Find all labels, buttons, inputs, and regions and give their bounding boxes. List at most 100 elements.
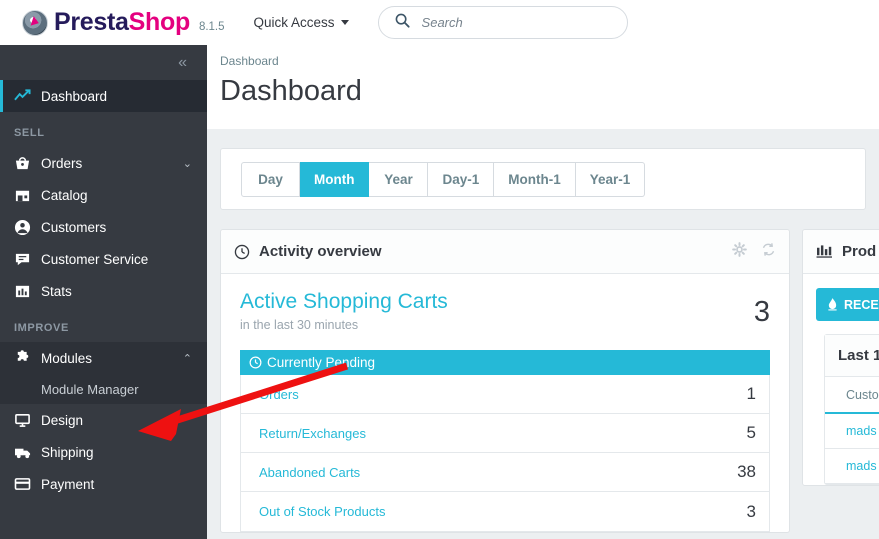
pending-row-label[interactable]: Abandoned Carts — [259, 465, 360, 480]
flame-icon — [827, 298, 838, 311]
sidebar-section-sell: SELL — [0, 112, 207, 147]
sidebar-item-label: Orders — [41, 156, 82, 171]
sidebar-item-shipping[interactable]: Shipping — [0, 436, 207, 468]
pending-row-label[interactable]: Return/Exchanges — [259, 426, 366, 441]
active-shopping-carts-subtitle: in the last 30 minutes — [240, 318, 770, 332]
sidebar-item-modules[interactable]: Modules ⌃ — [0, 342, 207, 374]
products-panel: Prod RECE Last 1 Custo mads — [802, 229, 879, 486]
active-shopping-carts-title[interactable]: Active Shopping Carts — [240, 290, 770, 314]
prestashop-logo[interactable]: PrestaShop 8.1.5 — [22, 8, 225, 37]
active-shopping-carts-count: 3 — [754, 296, 770, 329]
truck-icon — [14, 444, 38, 460]
chevron-down-icon: ⌄ — [183, 157, 192, 170]
search-input[interactable] — [420, 14, 600, 31]
trend-line-icon — [14, 89, 38, 103]
sidebar-item-stats[interactable]: Stats — [0, 275, 207, 307]
prestashop-mark-icon — [22, 10, 48, 36]
activity-panel-header: Activity overview — [221, 230, 789, 274]
gear-icon[interactable] — [732, 242, 747, 262]
currently-pending-header: Currently Pending — [240, 350, 770, 375]
search-icon — [395, 13, 410, 33]
recent-button[interactable]: RECE — [816, 288, 879, 321]
sidebar-item-label: Stats — [41, 284, 72, 299]
range-button-year-1[interactable]: Year-1 — [576, 162, 646, 197]
brand-name-presta: Presta — [54, 8, 129, 37]
sidebar-item-design[interactable]: Design — [0, 404, 207, 436]
sidebar-item-label: Shipping — [41, 445, 94, 460]
table-row[interactable]: Abandoned Carts 38 — [241, 453, 769, 492]
chat-icon — [14, 251, 38, 267]
pending-row-label[interactable]: Out of Stock Products — [259, 504, 385, 519]
sidebar-item-label: Customers — [41, 220, 106, 235]
sidebar: « Dashboard SELL Orders ⌄ Catalog — [0, 45, 207, 539]
breadcrumb[interactable]: Dashboard — [220, 54, 879, 68]
sidebar-collapse-row: « — [0, 45, 207, 80]
page-title: Dashboard — [220, 75, 879, 108]
sidebar-modules-group: Modules ⌃ Module Manager — [0, 342, 207, 404]
range-button-day-1[interactable]: Day-1 — [428, 162, 494, 197]
table-row[interactable]: mads — [825, 414, 879, 449]
basket-icon — [14, 155, 38, 171]
sidebar-item-module-manager[interactable]: Module Manager — [0, 374, 207, 404]
range-button-year[interactable]: Year — [369, 162, 428, 197]
range-button-month-1[interactable]: Month-1 — [494, 162, 575, 197]
range-button-month[interactable]: Month — [300, 162, 369, 197]
sidebar-subitem-label: Module Manager — [41, 382, 139, 397]
sidebar-item-dashboard[interactable]: Dashboard — [0, 80, 207, 112]
prestashop-admin-dashboard: PrestaShop 8.1.5 Quick Access « Dashboar… — [0, 0, 879, 539]
recent-button-label: RECE — [844, 298, 879, 312]
quick-access-label: Quick Access — [254, 15, 335, 30]
products-panel-header: Prod — [803, 230, 879, 274]
store-icon — [14, 187, 38, 203]
pending-row-value: 3 — [747, 502, 756, 522]
activity-panel-actions — [732, 242, 776, 262]
table-row[interactable]: mads — [825, 449, 879, 484]
refresh-icon[interactable] — [761, 242, 776, 262]
chevron-up-icon: ⌃ — [183, 352, 192, 365]
date-range-button-group: Day Month Year Day-1 Month-1 Year-1 — [241, 162, 645, 197]
activity-panel-body: Active Shopping Carts in the last 30 min… — [221, 274, 789, 532]
table-row[interactable]: Return/Exchanges 5 — [241, 414, 769, 453]
currently-pending-label: Currently Pending — [267, 355, 375, 370]
sidebar-item-label: Modules — [41, 351, 92, 366]
table-row[interactable]: Out of Stock Products 3 — [241, 492, 769, 531]
sidebar-item-customers[interactable]: Customers — [0, 211, 207, 243]
quick-access-menu[interactable]: Quick Access — [254, 15, 349, 30]
sidebar-item-catalog[interactable]: Catalog — [0, 179, 207, 211]
page-header: Dashboard Dashboard — [207, 45, 879, 129]
activity-overview-column: Activity overview Active Shopping Carts — [220, 229, 790, 533]
version-label: 8.1.5 — [199, 21, 225, 33]
collapse-sidebar-icon[interactable]: « — [178, 54, 185, 72]
sidebar-item-orders[interactable]: Orders ⌄ — [0, 147, 207, 179]
sidebar-item-label: Payment — [41, 477, 94, 492]
column-header-customer: Custo — [825, 377, 879, 414]
dashboard-columns: Activity overview Active Shopping Carts — [220, 229, 879, 533]
clock-icon — [249, 356, 262, 369]
sidebar-item-customer-service[interactable]: Customer Service — [0, 243, 207, 275]
bar-chart-icon — [816, 244, 833, 259]
puzzle-icon — [14, 350, 38, 367]
brand-name-shop: Shop — [129, 8, 190, 37]
table-row[interactable]: Orders 1 — [241, 375, 769, 414]
main-content: Dashboard Dashboard Day Month Year Day-1… — [207, 45, 879, 539]
pending-list: Orders 1 Return/Exchanges 5 Abandoned Ca… — [240, 375, 770, 532]
range-button-day[interactable]: Day — [241, 162, 300, 197]
products-panel-body: RECE Last 1 Custo mads mads — [803, 274, 879, 485]
activity-overview-panel: Activity overview Active Shopping Carts — [220, 229, 790, 533]
credit-card-icon — [14, 477, 38, 491]
pending-row-value: 5 — [747, 423, 756, 443]
chevron-down-icon — [341, 20, 349, 25]
sidebar-item-payment[interactable]: Payment — [0, 468, 207, 500]
monitor-icon — [14, 412, 38, 428]
person-circle-icon — [14, 219, 38, 236]
date-range-panel: Day Month Year Day-1 Month-1 Year-1 — [220, 148, 866, 210]
pending-row-label[interactable]: Orders — [259, 387, 299, 402]
sidebar-item-label: Catalog — [41, 188, 88, 203]
products-panel-title: Prod — [842, 243, 876, 260]
top-header: PrestaShop 8.1.5 Quick Access — [0, 0, 879, 45]
sidebar-section-improve: IMPROVE — [0, 307, 207, 342]
search-box[interactable] — [378, 6, 628, 39]
pending-row-value: 38 — [737, 462, 756, 482]
clock-icon — [234, 244, 250, 260]
last-customers-title: Last 1 — [825, 335, 879, 377]
